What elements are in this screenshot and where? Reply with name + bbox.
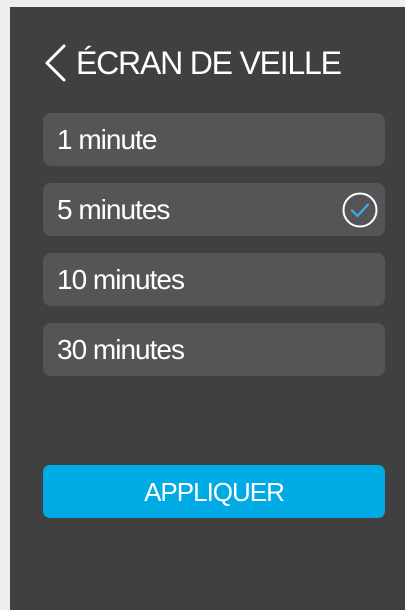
option-5-minutes[interactable]: 5 minutes [43,183,385,236]
option-30-minutes[interactable]: 30 minutes [43,323,385,376]
back-header[interactable]: ÉCRAN DE VEILLE [42,35,342,91]
page-title: ÉCRAN DE VEILLE [76,45,342,81]
option-1-minute[interactable]: 1 minute [43,113,385,166]
screensaver-panel: ÉCRAN DE VEILLE 1 minute 5 minutes 10 mi… [10,7,405,610]
option-10-minutes[interactable]: 10 minutes [43,253,385,306]
apply-button[interactable]: APPLIQUER [43,465,385,518]
check-circle-icon [342,192,378,228]
option-label: 1 minute [57,123,157,155]
option-label: 5 minutes [57,193,170,225]
option-label: 10 minutes [57,263,185,295]
apply-button-label: APPLIQUER [144,476,285,507]
timeout-options-list: 1 minute 5 minutes 10 minutes 30 minutes [43,113,385,393]
option-label: 30 minutes [57,333,185,365]
chevron-left-icon[interactable] [42,43,68,83]
